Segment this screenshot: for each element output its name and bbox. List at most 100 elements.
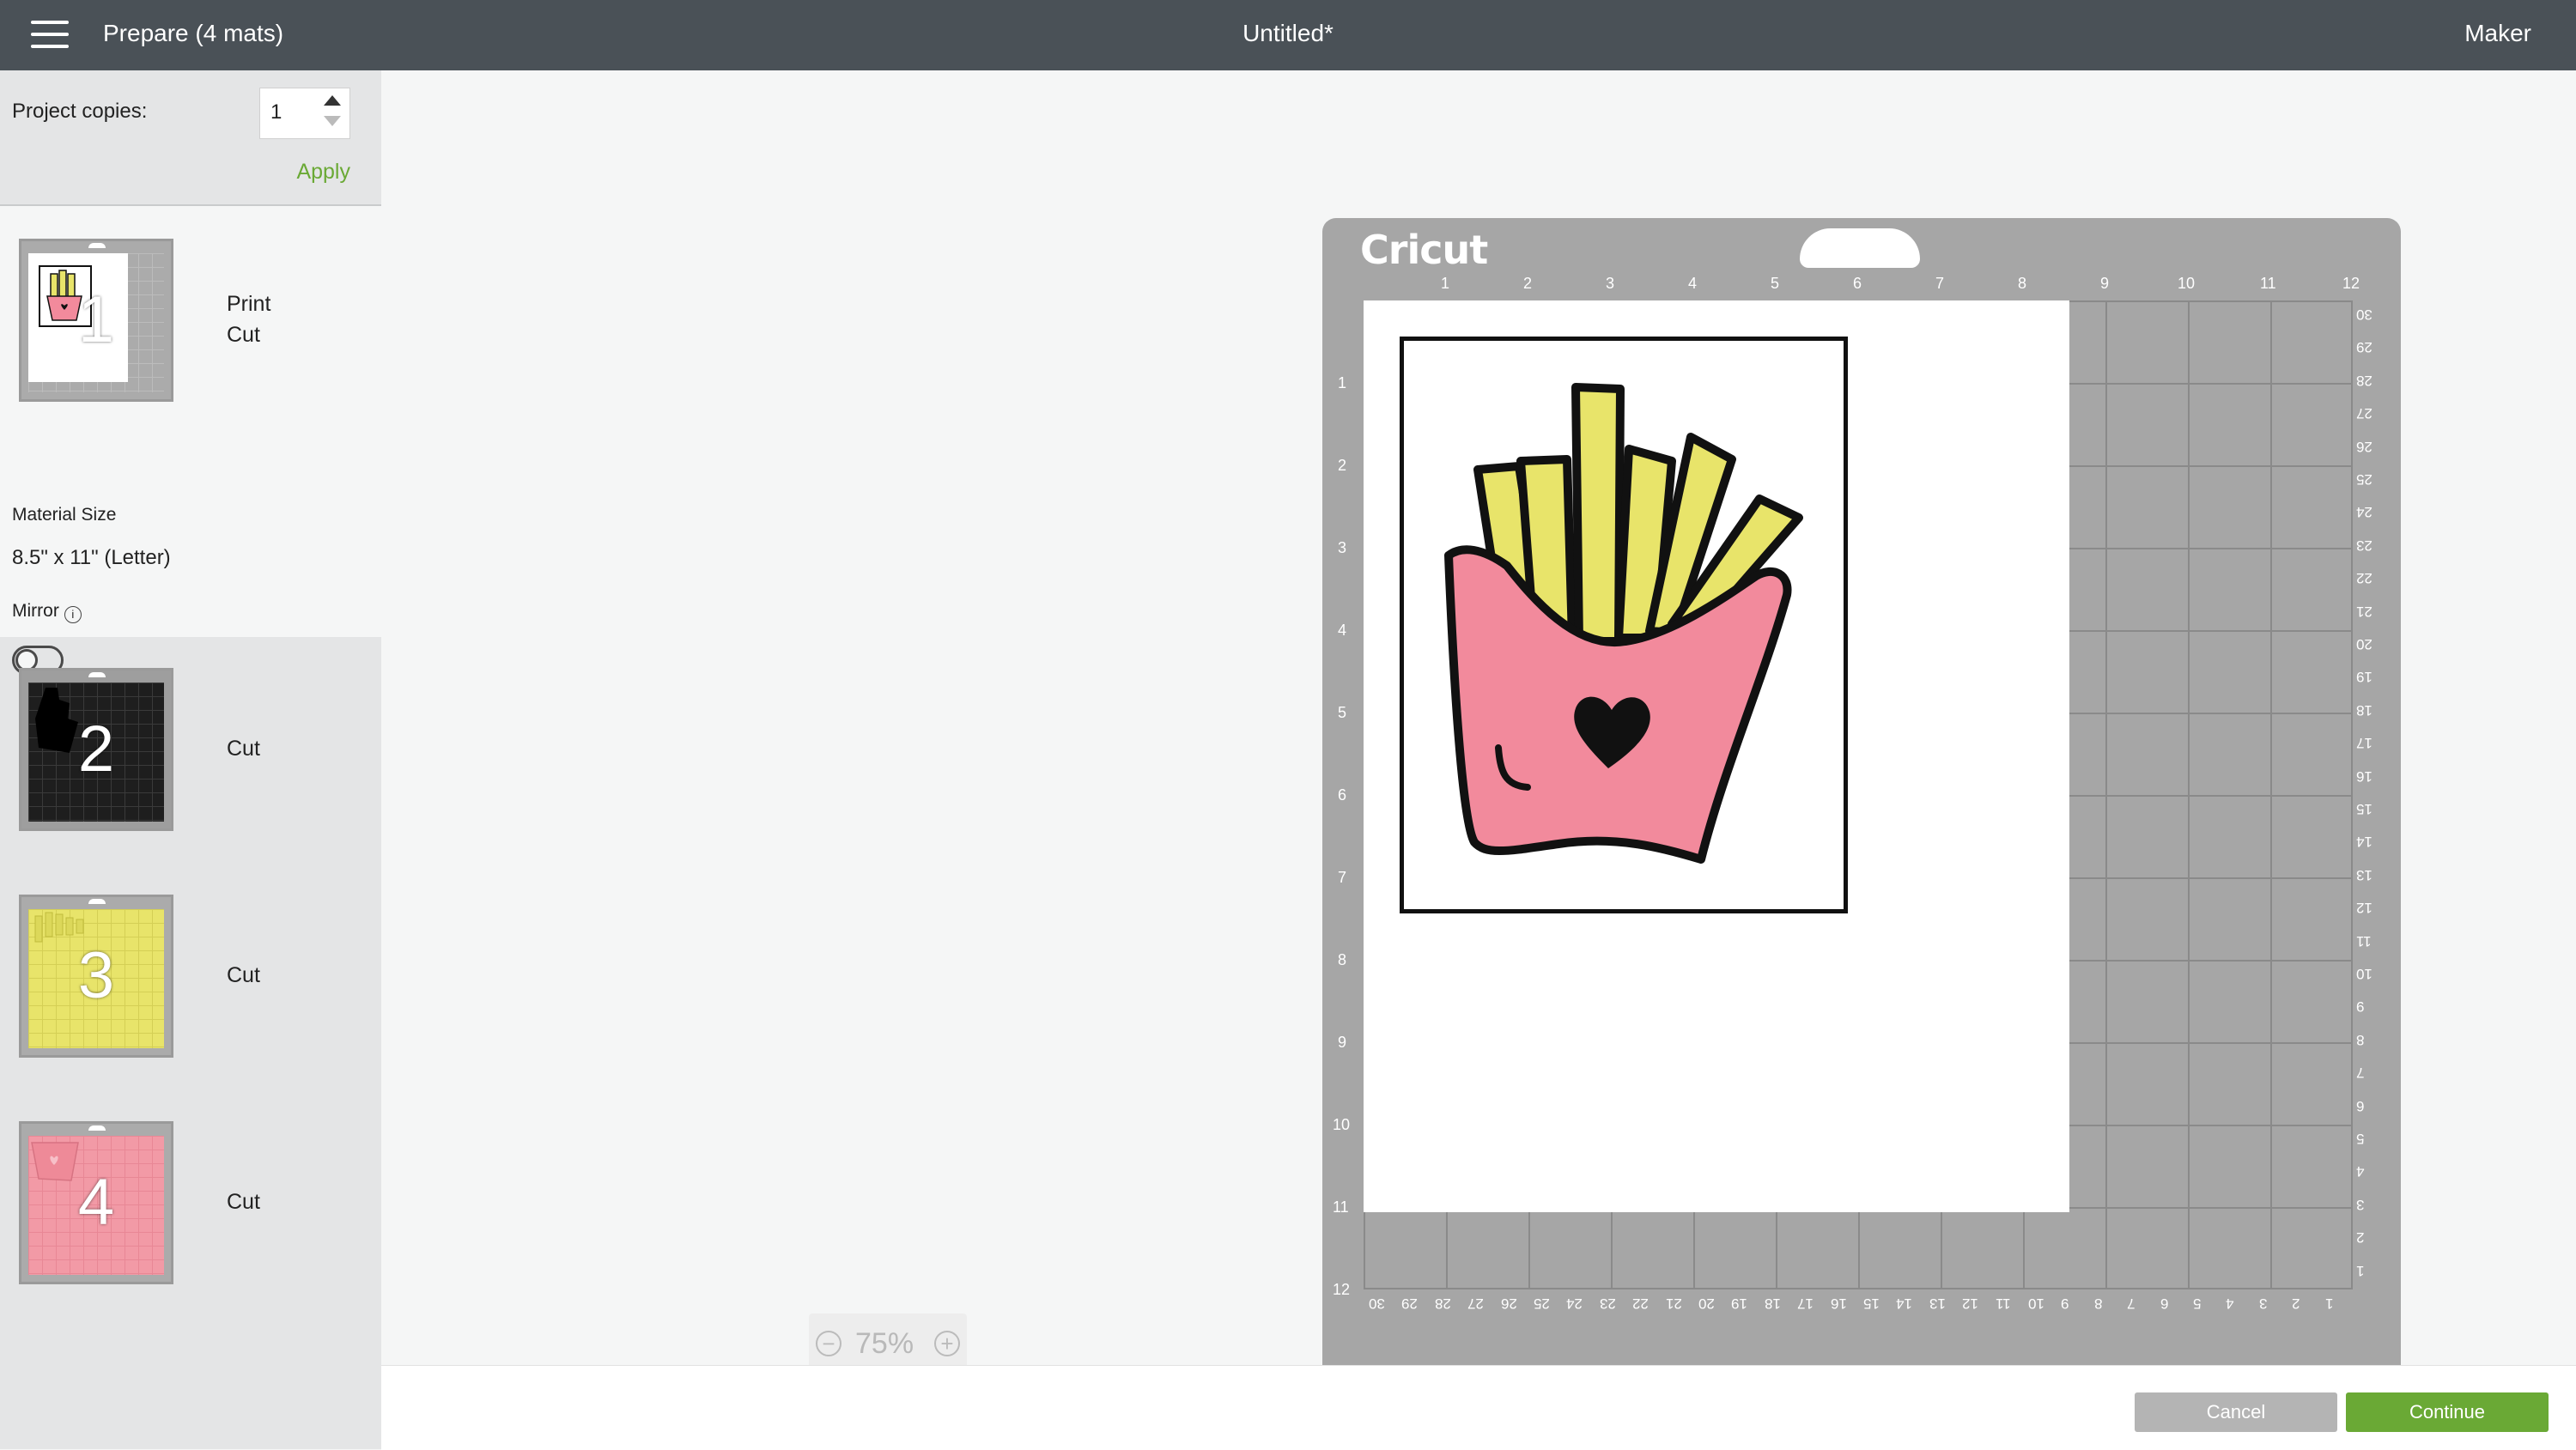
- ruler-tick: 11: [2356, 932, 2372, 949]
- ruler-tick: 13: [1929, 1295, 1946, 1312]
- ruler-tick: 5: [1771, 275, 1780, 292]
- ruler-tick: 4: [1688, 275, 1698, 292]
- stepper-down-icon[interactable]: [324, 116, 341, 126]
- ruler-tick: 30: [2356, 306, 2372, 323]
- zoom-in-icon[interactable]: +: [934, 1331, 960, 1356]
- ruler-tick: 16: [2356, 767, 2372, 785]
- ruler-tick: 14: [2356, 834, 2372, 851]
- cancel-button[interactable]: Cancel: [2135, 1392, 2337, 1432]
- ruler-tick: 3: [1338, 539, 1347, 556]
- cricut-logo: Cricut: [1360, 227, 1488, 273]
- ruler-tick: 22: [2356, 570, 2372, 587]
- ruler-tick: 7: [2127, 1295, 2136, 1312]
- zoom-out-icon[interactable]: −: [816, 1331, 841, 1356]
- mat-3-label: Cut: [227, 963, 260, 987]
- ruler-tick: 2: [1523, 275, 1533, 292]
- ruler-tick: 13: [2356, 866, 2372, 883]
- copies-input[interactable]: 1: [270, 100, 282, 124]
- ruler-tick: 4: [2226, 1295, 2234, 1312]
- ruler-tick: 28: [1434, 1295, 1451, 1312]
- zoom-value: 75%: [855, 1327, 914, 1360]
- ruler-tick: 6: [2356, 1097, 2365, 1114]
- ruler-tick: 27: [2356, 405, 2372, 422]
- ruler-tick: 19: [1731, 1295, 1748, 1312]
- material-size-value[interactable]: 8.5" x 11" (Letter): [12, 546, 171, 570]
- ruler-tick: 4: [1338, 622, 1347, 639]
- ruler-tick: 7: [1935, 275, 1945, 292]
- ruler-tick: 12: [1962, 1295, 1979, 1312]
- mat-1-section: 1 Material Size 8.5" x 11" (Letter) Mirr…: [0, 206, 381, 675]
- mat-number: 2: [77, 713, 115, 786]
- ruler-tick: 1: [1338, 374, 1347, 391]
- ruler-tick: 27: [1467, 1295, 1485, 1312]
- mat-number: 1: [77, 283, 115, 356]
- ruler-tick: 7: [2356, 1065, 2365, 1082]
- apply-button[interactable]: Apply: [296, 160, 350, 185]
- ruler-tick: 10: [2178, 275, 2196, 292]
- cutting-mat: Cricut 1 2 3 4 5 6 7 8 9 10 11 12 1 2 3 4 5 6 7 8 9 10 11 12 3…: [1322, 218, 2401, 1380]
- mat-canvas-area: Cricut 1 2 3 4 5 6 7 8 9 10 11 12 1 2 3 4 5 6 7 8 9 10 11 12 3…: [381, 70, 2576, 1380]
- ruler-tick: 24: [1566, 1295, 1583, 1312]
- info-icon[interactable]: i: [64, 606, 82, 623]
- sidebar: Project copies: 1 Apply 1 Material Size: [0, 70, 381, 1365]
- mat-thumbnail-4[interactable]: 4: [19, 1121, 173, 1284]
- ruler-tick: 2: [2356, 1229, 2365, 1247]
- mat-number: 4: [77, 1166, 115, 1239]
- ruler-tick: 20: [1698, 1295, 1715, 1312]
- ruler-tick: 10: [2028, 1295, 2044, 1312]
- ruler-tick: 6: [2160, 1295, 2169, 1312]
- top-bar: Prepare (4 mats) Untitled* Maker: [0, 0, 2576, 70]
- machine-selector[interactable]: Maker: [2464, 19, 2531, 48]
- ruler-tick: 14: [1896, 1295, 1913, 1312]
- document-title: Untitled*: [1242, 20, 1334, 46]
- ruler-tick: 1: [1441, 275, 1450, 292]
- ruler-tick: 9: [2356, 998, 2365, 1016]
- ruler-tick: 23: [1599, 1295, 1616, 1312]
- mat-number: 3: [77, 939, 115, 1012]
- ruler-tick: 8: [2093, 1295, 2103, 1312]
- ruler-tick: 1: [2356, 1262, 2365, 1279]
- ruler-tick: 18: [2356, 701, 2372, 719]
- copies-label: Project copies:: [12, 100, 148, 123]
- ruler-tick: 30: [1369, 1295, 1385, 1312]
- ruler-tick: 12: [2342, 275, 2360, 292]
- ruler-top: 1 2 3 4 5 6 7 8 9 10 11 12: [1364, 275, 2360, 295]
- mat-thumbnail-2[interactable]: 2: [19, 668, 173, 831]
- mat-thumbnail-3[interactable]: 3: [19, 895, 173, 1058]
- ruler-tick: 9: [2100, 275, 2110, 292]
- ruler-tick: 18: [1764, 1295, 1781, 1312]
- ruler-tick: 16: [1830, 1295, 1847, 1312]
- ruler-tick: 12: [2356, 900, 2372, 917]
- material-size-label: Material Size: [12, 505, 117, 525]
- ruler-tick: 7: [1338, 869, 1347, 886]
- ruler-tick: 26: [2356, 438, 2372, 455]
- ruler-tick: 25: [2356, 471, 2372, 488]
- ruler-tick: 21: [1665, 1295, 1682, 1312]
- mat-4-label: Cut: [227, 1190, 260, 1214]
- ruler-tick: 5: [1338, 704, 1347, 721]
- ruler-tick: 9: [1338, 1034, 1347, 1051]
- ruler-tick: 8: [2356, 1031, 2365, 1048]
- mat-notch: [1800, 228, 1920, 268]
- ruler-tick: 15: [2356, 801, 2372, 817]
- ruler-tick: 23: [2356, 537, 2372, 554]
- ruler-tick: 20: [2356, 636, 2372, 652]
- ruler-tick: 25: [1534, 1295, 1550, 1312]
- mat-2-label: Cut: [227, 737, 260, 761]
- ruler-tick: 4: [2356, 1163, 2365, 1180]
- stepper-up-icon[interactable]: [324, 95, 341, 106]
- continue-button[interactable]: Continue: [2346, 1392, 2549, 1432]
- ruler-tick: 5: [2193, 1295, 2202, 1312]
- ruler-tick: 10: [1333, 1116, 1351, 1133]
- copies-stepper[interactable]: 1: [259, 88, 350, 139]
- ruler-tick: 12: [1333, 1281, 1351, 1298]
- ruler-tick: 29: [1401, 1295, 1419, 1312]
- print-then-cut-image[interactable]: [1400, 337, 1848, 913]
- sidebar-footer: [0, 1365, 381, 1449]
- ruler-tick: 10: [2356, 966, 2372, 982]
- mat-thumbnail-1[interactable]: 1: [19, 239, 173, 402]
- ruler-tick: 9: [2061, 1295, 2069, 1312]
- ruler-right: 30 29 28 27 26 25 24 23 22 21 20 19 18 17 16 15 14 13 12 11…: [2354, 300, 2380, 1289]
- ruler-tick: 21: [2356, 603, 2372, 620]
- mat-1-label: Print Cut: [227, 292, 271, 347]
